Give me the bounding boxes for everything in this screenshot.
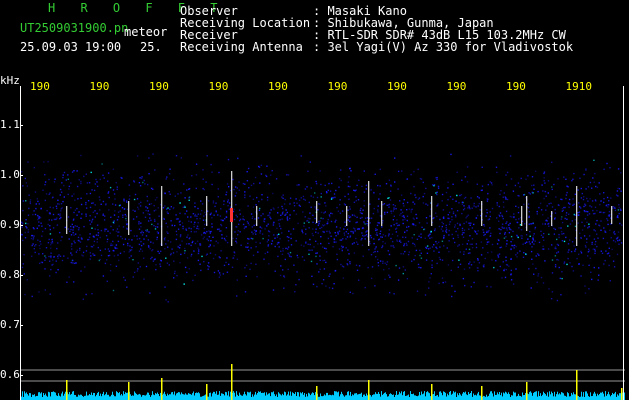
y-tick-label: 1.1 xyxy=(0,118,20,131)
plot-right-border xyxy=(623,86,624,400)
y-tick-label: 0.6 xyxy=(0,368,20,381)
antenna-label: Receiving Antenna xyxy=(180,40,303,54)
filename-label: UT2509031900.pn xyxy=(20,21,129,35)
datetime-label: 25.09.03 19:00 xyxy=(20,40,122,54)
count-label: 25. xyxy=(140,40,162,54)
y-tick-label: 1.0 xyxy=(0,168,20,181)
y-tick-label: 0.9 xyxy=(0,218,20,231)
spectrogram-window: H R O F F T UT2509031900.pn meteor 25.09… xyxy=(0,0,629,400)
noise-band xyxy=(21,153,623,303)
tag-label: meteor xyxy=(124,25,168,39)
level-trace xyxy=(21,364,625,400)
waterfall-plot xyxy=(20,86,625,400)
y-axis-unit: kHz xyxy=(0,74,20,87)
y-tick-label: 0.7 xyxy=(0,318,20,331)
antenna-value: : 3el Yagi(V) Az 330 for Vladivostok xyxy=(313,40,574,54)
y-tick-label: 0.8 xyxy=(0,268,20,281)
